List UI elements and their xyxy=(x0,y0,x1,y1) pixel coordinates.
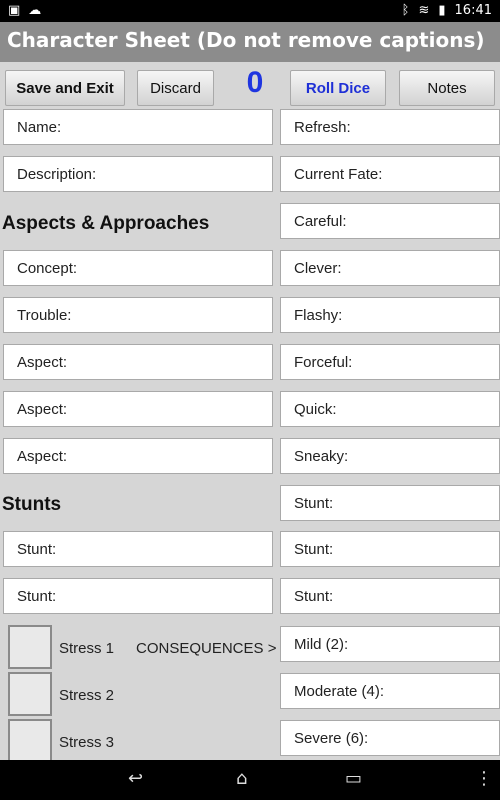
recent-apps-icon[interactable]: ▭ xyxy=(345,768,362,789)
aspect-field-label: Aspect: xyxy=(17,448,68,465)
stunt-field-label: Stunt: xyxy=(17,541,57,558)
aspect-field-label: Aspect: xyxy=(17,354,68,371)
quick-field[interactable]: Quick: xyxy=(280,391,500,427)
aspect-field-label: Aspect: xyxy=(17,401,68,418)
moderate-field-label: Moderate (4): xyxy=(294,683,385,700)
status-time: 16:41 xyxy=(454,3,492,18)
forceful-field-label: Forceful: xyxy=(294,354,353,371)
stunt-field-left-1[interactable]: Stunt: xyxy=(3,531,273,567)
stunt-field-right-3[interactable]: Stunt: xyxy=(280,578,500,614)
system-nav-bar: ↩ ⌂ ▭ ⋮ xyxy=(0,760,500,800)
stress-2-checkbox[interactable] xyxy=(8,672,52,716)
stunt-field-label: Stunt: xyxy=(17,588,57,605)
stress-1-label: Stress 1 xyxy=(59,640,115,657)
bluetooth-icon: ᛒ xyxy=(401,3,410,18)
roll-dice-button[interactable]: Roll Dice xyxy=(290,70,386,106)
wifi-icon: ≋ xyxy=(418,3,430,18)
discard-button[interactable]: Discard xyxy=(137,70,214,106)
stunt-field-label: Stunt: xyxy=(294,541,334,558)
battery-icon: ▮ xyxy=(438,3,446,18)
status-bar: ▣ ☁ ᛒ ≋ ▮ 16:41 xyxy=(0,0,500,22)
stunt-field-label: Stunt: xyxy=(294,495,334,512)
stunt-field-right-2[interactable]: Stunt: xyxy=(280,531,500,567)
trouble-field-label: Trouble: xyxy=(17,307,72,324)
stunt-field-left-2[interactable]: Stunt: xyxy=(3,578,273,614)
stunt-field-label: Stunt: xyxy=(294,588,334,605)
notes-button[interactable]: Notes xyxy=(399,70,495,106)
dice-result-counter: 0 xyxy=(246,66,264,99)
concept-field[interactable]: Concept: xyxy=(3,250,273,286)
description-field-label: Description: xyxy=(17,166,97,183)
aspect-field-3[interactable]: Aspect: xyxy=(3,438,273,474)
overflow-menu-icon[interactable]: ⋮ xyxy=(475,768,493,789)
save-and-exit-button[interactable]: Save and Exit xyxy=(5,70,125,106)
stress-3-checkbox[interactable] xyxy=(8,719,52,763)
sneaky-field-label: Sneaky: xyxy=(294,448,349,465)
current-fate-field-label: Current Fate: xyxy=(294,166,383,183)
section-aspects-approaches: Aspects & Approaches xyxy=(2,213,210,234)
careful-field-label: Careful: xyxy=(294,213,347,230)
stunt-field-right-1[interactable]: Stunt: xyxy=(280,485,500,521)
stress-1-checkbox[interactable] xyxy=(8,625,52,669)
app-title-bar: Character Sheet (Do not remove captions) xyxy=(0,22,500,62)
careful-field[interactable]: Careful: xyxy=(280,203,500,239)
name-field-label: Name: xyxy=(17,119,62,136)
back-icon[interactable]: ↩ xyxy=(128,768,143,789)
page-title: Character Sheet (Do not remove captions) xyxy=(7,28,485,52)
quick-field-label: Quick: xyxy=(294,401,337,418)
concept-field-label: Concept: xyxy=(17,260,78,277)
name-field[interactable]: Name: xyxy=(3,109,273,145)
aspect-field-1[interactable]: Aspect: xyxy=(3,344,273,380)
current-fate-field[interactable]: Current Fate: xyxy=(280,156,500,192)
description-field[interactable]: Description: xyxy=(3,156,273,192)
clever-field[interactable]: Clever: xyxy=(280,250,500,286)
refresh-field-label: Refresh: xyxy=(294,119,351,136)
severe-consequence-field[interactable]: Severe (6): xyxy=(280,720,500,756)
consequences-label: CONSEQUENCES > xyxy=(136,640,277,657)
section-stunts: Stunts xyxy=(2,494,62,515)
aspect-field-2[interactable]: Aspect: xyxy=(3,391,273,427)
image-icon: ▣ xyxy=(8,3,21,18)
mild-consequence-field[interactable]: Mild (2): xyxy=(280,626,500,662)
flashy-field-label: Flashy: xyxy=(294,307,343,324)
sneaky-field[interactable]: Sneaky: xyxy=(280,438,500,474)
trouble-field[interactable]: Trouble: xyxy=(3,297,273,333)
mild-field-label: Mild (2): xyxy=(294,636,349,653)
refresh-field[interactable]: Refresh: xyxy=(280,109,500,145)
clever-field-label: Clever: xyxy=(294,260,342,277)
stress-3-label: Stress 3 xyxy=(59,734,115,751)
forceful-field[interactable]: Forceful: xyxy=(280,344,500,380)
stress-2-label: Stress 2 xyxy=(59,687,115,704)
moderate-consequence-field[interactable]: Moderate (4): xyxy=(280,673,500,709)
severe-field-label: Severe (6): xyxy=(294,730,369,747)
upload-cloud-icon: ☁ xyxy=(28,3,42,18)
home-icon[interactable]: ⌂ xyxy=(236,768,247,789)
flashy-field[interactable]: Flashy: xyxy=(280,297,500,333)
